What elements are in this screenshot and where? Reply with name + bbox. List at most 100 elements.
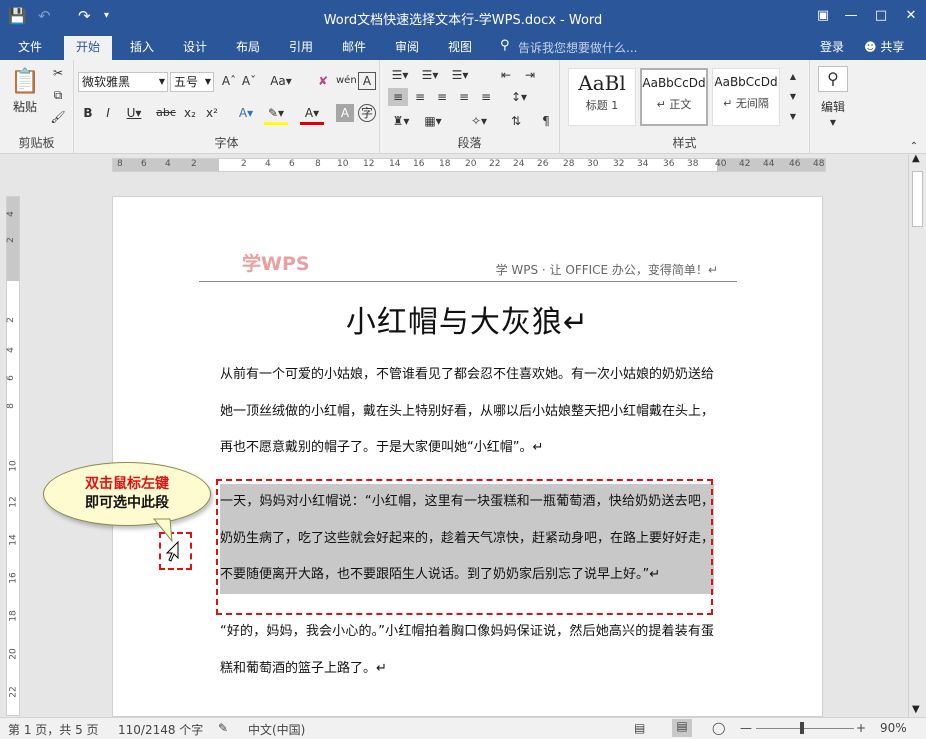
- zoom-slider[interactable]: [756, 728, 854, 729]
- line-spacing-icon[interactable]: ↕▾: [506, 88, 532, 106]
- share-label: 共享: [880, 40, 905, 54]
- tab-review[interactable]: 审阅: [395, 38, 419, 56]
- sort-icon[interactable]: ⇅: [506, 112, 526, 130]
- style-name: 标题 1: [585, 99, 619, 112]
- char-border-icon[interactable]: A: [358, 72, 376, 90]
- word-count[interactable]: 110/2148 个字: [118, 721, 203, 738]
- paragraph-1[interactable]: 从前有一个可爱的小姑娘，不管谁看见了都会忍不住喜欢她。有一次小姑娘的奶奶送给她一…: [220, 357, 714, 467]
- maximize-icon[interactable]: □: [866, 4, 896, 28]
- zoom-out-icon[interactable]: —: [740, 721, 752, 735]
- clear-format-icon[interactable]: ✘: [314, 72, 332, 90]
- styles-scroll-up-icon[interactable]: ▲: [786, 68, 800, 86]
- font-color-icon[interactable]: A▾: [300, 104, 324, 125]
- proofing-icon[interactable]: ✎: [218, 721, 228, 735]
- close-icon[interactable]: ✕: [896, 4, 926, 28]
- find-icon[interactable]: ⚲: [818, 66, 848, 92]
- vertical-scrollbar[interactable]: ▲ ▼: [908, 153, 926, 717]
- styles-label: 样式: [672, 136, 697, 150]
- numbering-icon[interactable]: ☰▾: [418, 66, 442, 84]
- change-case-icon[interactable]: Aa▾: [268, 72, 294, 90]
- paste-icon[interactable]: 📋: [10, 66, 40, 96]
- format-painter-icon[interactable]: 🖌: [48, 108, 68, 126]
- ruler-tick: 2: [241, 159, 247, 169]
- share-button[interactable]: ☻ 共享: [858, 38, 910, 56]
- font-size-combo[interactable]: 五号 ▼: [170, 72, 214, 92]
- zoom-level[interactable]: 90%: [880, 721, 907, 735]
- scrollbar-thumb[interactable]: [912, 171, 923, 227]
- login-link[interactable]: 登录: [820, 38, 844, 56]
- ruler-tick: 42: [739, 159, 751, 169]
- style-heading-1[interactable]: AaBl 标题 1: [568, 68, 636, 126]
- scroll-down-icon[interactable]: ▼: [912, 704, 920, 715]
- language-status[interactable]: 中文(中国): [248, 721, 305, 738]
- italic-icon[interactable]: I: [100, 104, 116, 122]
- ruler-tick: 24: [513, 159, 525, 169]
- document-page[interactable]: 学WPS 学 WPS · 让 OFFICE 办公，变得简单！↵ 小红帽与大灰狼↵…: [112, 196, 823, 717]
- grow-font-icon[interactable]: Aˆ: [220, 72, 238, 90]
- web-layout-icon[interactable]: ◯: [712, 721, 725, 735]
- underline-icon[interactable]: U▾: [122, 104, 146, 122]
- bold-icon[interactable]: B: [80, 104, 96, 122]
- align-right-icon[interactable]: ≡: [432, 88, 452, 106]
- chinese-layout-icon[interactable]: ✧▾: [466, 112, 492, 130]
- phonetic-guide-icon[interactable]: wén: [336, 72, 357, 90]
- paragraph-3[interactable]: “好的，妈妈，我会小心的。”小红帽拍着胸口像妈妈保证说，然后她高兴的提着装有蛋糕…: [220, 614, 714, 687]
- decrease-indent-icon[interactable]: ⇤: [496, 66, 516, 84]
- shading-icon[interactable]: ♜▾: [388, 112, 414, 130]
- char-shading-icon[interactable]: A: [336, 104, 354, 122]
- styles-more-icon[interactable]: ▼: [786, 108, 800, 126]
- text-effects-icon[interactable]: A▾: [234, 104, 258, 122]
- align-center-icon[interactable]: ≡: [410, 88, 430, 106]
- tab-view[interactable]: 视图: [448, 38, 472, 56]
- styles-scroll-down-icon[interactable]: ▼: [786, 88, 800, 106]
- borders-icon[interactable]: ▦▾: [420, 112, 446, 130]
- minimize-icon[interactable]: —: [836, 4, 866, 28]
- subscript-icon[interactable]: x₂: [180, 104, 200, 122]
- shrink-font-icon[interactable]: Aˇ: [240, 72, 258, 90]
- style-preview: AaBbCcDd: [642, 76, 706, 90]
- page-count[interactable]: 第 1 页，共 5 页: [8, 721, 99, 738]
- tab-home[interactable]: 开始: [64, 36, 113, 60]
- zoom-slider-thumb[interactable]: [800, 722, 804, 734]
- tab-insert[interactable]: 插入: [130, 38, 154, 56]
- tab-references[interactable]: 引用: [289, 38, 313, 56]
- tab-file[interactable]: 文件: [18, 38, 42, 56]
- show-marks-icon[interactable]: ¶: [536, 112, 556, 130]
- copy-icon[interactable]: ⧉: [48, 86, 68, 104]
- ruler-tick: 20: [8, 648, 19, 660]
- font-name-combo[interactable]: 微软雅黑 ▼: [78, 72, 168, 92]
- tab-mailings[interactable]: 邮件: [342, 38, 366, 56]
- tell-me-search[interactable]: 告诉我您想要做什么...: [518, 39, 637, 56]
- window-title: Word文档快速选择文本行-学WPS.docx - Word: [323, 13, 603, 28]
- cut-icon[interactable]: ✂: [48, 64, 68, 82]
- distributed-icon[interactable]: ≡: [476, 88, 496, 106]
- tab-design[interactable]: 设计: [183, 38, 207, 56]
- increase-indent-icon[interactable]: ⇥: [520, 66, 540, 84]
- document-title[interactable]: 小红帽与大灰狼↵: [113, 297, 822, 341]
- superscript-icon[interactable]: x²: [202, 104, 222, 122]
- highlight-icon[interactable]: ✎▾: [264, 104, 288, 125]
- scroll-up-icon[interactable]: ▲: [912, 153, 920, 164]
- selection-highlight-box: [216, 479, 713, 615]
- ruler-tick: 14: [8, 534, 19, 546]
- enclose-char-icon[interactable]: 字: [358, 104, 376, 122]
- bullets-icon[interactable]: ☰▾: [388, 66, 412, 84]
- ruler-tick: 46: [789, 159, 801, 169]
- zoom-in-icon[interactable]: +: [856, 721, 866, 735]
- justify-icon[interactable]: ≡: [454, 88, 474, 106]
- read-mode-icon[interactable]: ▤: [634, 721, 645, 735]
- tab-layout[interactable]: 布局: [236, 38, 260, 56]
- styles-group: AaBl 标题 1 AaBbCcDd ↵ 正文 AaBbCcDd ↵ 无间隔 ▲…: [560, 60, 810, 154]
- paste-button[interactable]: 粘贴: [10, 98, 40, 116]
- ribbon-display-icon[interactable]: ▣: [808, 4, 838, 28]
- ruler-tick: 8: [315, 159, 321, 169]
- strikethrough-icon[interactable]: abc: [154, 104, 178, 122]
- style-normal[interactable]: AaBbCcDd ↵ 正文: [640, 68, 708, 126]
- align-left-icon[interactable]: ≡: [388, 88, 408, 106]
- horizontal-ruler[interactable]: 8 6 4 2 2 4 6 8 10 12 14 16 18 20 22 24 …: [112, 158, 826, 172]
- multilevel-list-icon[interactable]: ☰▾: [448, 66, 472, 84]
- style-no-spacing[interactable]: AaBbCcDd ↵ 无间隔: [712, 68, 780, 126]
- vertical-ruler[interactable]: 4 2 2 4 6 8 10 12 14 16 18 20 22: [6, 196, 20, 716]
- print-layout-icon[interactable]: ▤: [672, 719, 692, 737]
- ruler-tick: 28: [563, 159, 575, 169]
